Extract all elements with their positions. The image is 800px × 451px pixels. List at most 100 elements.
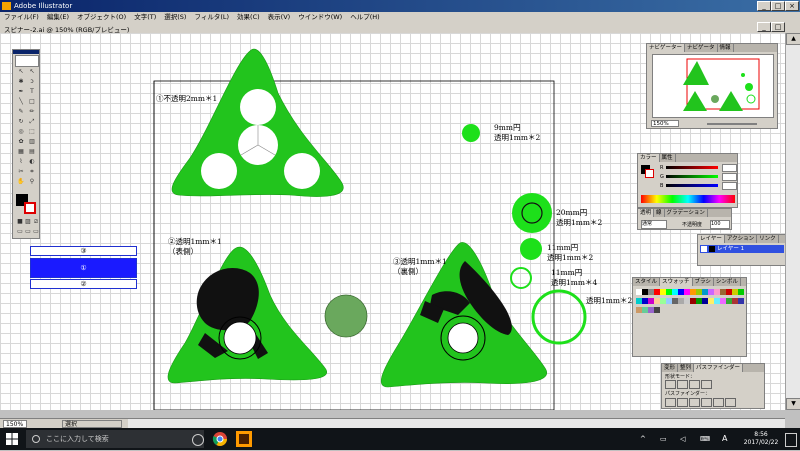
navigator-preview[interactable] xyxy=(652,54,774,118)
color-spectrum-bar[interactable] xyxy=(641,195,735,203)
network-icon[interactable]: ▭ xyxy=(660,435,676,451)
gray-green-circle[interactable] xyxy=(324,294,368,338)
tab-gradient[interactable]: グラデーション xyxy=(665,209,708,217)
scroll-up-icon[interactable]: ▲ xyxy=(786,33,800,45)
tab-navigator[interactable]: ナビゲーター xyxy=(647,44,686,52)
minimize-button[interactable]: _ xyxy=(757,1,771,11)
navigator-zoom-field[interactable]: 150% xyxy=(651,120,679,127)
zoom-tool-icon[interactable]: ⚲ xyxy=(27,178,37,186)
taskbar-clock[interactable]: 8:56 2017/02/22 xyxy=(740,431,782,447)
pen-tool-icon[interactable]: ✒ xyxy=(16,88,26,96)
trim-button[interactable] xyxy=(677,398,688,407)
rotate-tool-icon[interactable]: ↻ xyxy=(16,118,26,126)
screen-mode-3-icon[interactable]: ▭ xyxy=(31,228,41,236)
channel-g-slider[interactable] xyxy=(666,175,718,178)
tab-links[interactable]: リンク xyxy=(757,235,779,243)
doc-minimize-button[interactable]: _ xyxy=(757,22,771,32)
channel-b-slider[interactable] xyxy=(666,184,718,187)
tab-navigator-2[interactable]: ナビゲータ xyxy=(685,44,718,52)
menu-effect[interactable]: 効果(C) xyxy=(233,12,264,22)
blend-mode-select[interactable]: 通常 xyxy=(641,220,667,229)
volume-icon[interactable]: ◁ xyxy=(680,435,696,451)
tab-stroke[interactable]: 線 xyxy=(654,209,665,217)
minus-back-button[interactable] xyxy=(725,398,736,407)
magic-wand-tool-icon[interactable]: ✱ xyxy=(16,78,26,86)
tab-symbols[interactable]: シンボル xyxy=(714,278,741,286)
illustrator-icon[interactable] xyxy=(236,431,252,447)
channel-r-slider[interactable] xyxy=(666,166,718,169)
tray-arrow-icon[interactable]: ^ xyxy=(640,435,648,443)
intersect-button[interactable] xyxy=(689,380,700,389)
opacity-field[interactable]: 100 xyxy=(710,220,730,229)
line-tool-icon[interactable]: ╲ xyxy=(16,98,26,106)
eye-icon[interactable] xyxy=(701,246,707,252)
direct-select-tool-icon[interactable]: ↖ xyxy=(27,68,37,76)
color-stroke-swatch[interactable] xyxy=(645,169,654,178)
selection-tool-icon[interactable]: ↖ xyxy=(16,68,26,76)
scale-tool-icon[interactable]: ⤢ xyxy=(27,118,37,126)
tab-brushes[interactable]: ブラシ xyxy=(693,278,714,286)
channel-g-field[interactable] xyxy=(722,173,737,181)
merge-button[interactable] xyxy=(689,398,700,407)
tab-styles[interactable]: スタイル xyxy=(633,278,661,286)
layer-row[interactable]: レイヤー 1 xyxy=(700,245,784,253)
chrome-icon[interactable] xyxy=(212,431,228,447)
divide-button[interactable] xyxy=(665,398,676,407)
unite-button[interactable] xyxy=(665,380,676,389)
circle-9mm[interactable] xyxy=(462,124,480,142)
mesh-tool-icon[interactable]: ▦ xyxy=(16,148,26,156)
notification-icon[interactable] xyxy=(785,433,797,447)
menu-type[interactable]: 文字(T) xyxy=(130,12,160,22)
ring-large[interactable] xyxy=(531,289,587,345)
channel-r-field[interactable] xyxy=(722,164,737,172)
tab-color[interactable]: カラー xyxy=(638,154,660,162)
menu-object[interactable]: オブジェクト(O) xyxy=(73,12,130,22)
channel-b-field[interactable] xyxy=(722,182,737,190)
pencil-tool-icon[interactable]: ✏ xyxy=(27,108,37,116)
ime-indicator-icon[interactable]: A xyxy=(722,434,738,450)
none-mode-icon[interactable]: ⧄ xyxy=(31,218,41,226)
graph-tool-icon[interactable]: ▥ xyxy=(27,138,37,146)
exclude-button[interactable] xyxy=(701,380,712,389)
slice-tool-icon[interactable]: ⌗ xyxy=(27,168,37,176)
ring-11mm[interactable] xyxy=(510,267,532,289)
horizontal-scrollbar[interactable] xyxy=(128,419,785,428)
warp-tool-icon[interactable]: ◎ xyxy=(16,128,26,136)
spinner-front-shape[interactable] xyxy=(167,246,327,384)
free-transform-tool-icon[interactable]: ⬚ xyxy=(27,128,37,136)
gradient-tool-icon[interactable]: ▤ xyxy=(27,148,37,156)
tab-actions[interactable]: アクション xyxy=(725,235,758,243)
minus-front-button[interactable] xyxy=(677,380,688,389)
menu-help[interactable]: ヘルプ(H) xyxy=(346,12,383,22)
hand-tool-icon[interactable]: ✋ xyxy=(16,178,26,186)
windows-start-icon[interactable] xyxy=(6,433,18,445)
blend-tool-icon[interactable]: ◐ xyxy=(27,158,37,166)
menu-filter[interactable]: フィルタ(L) xyxy=(190,12,233,22)
symbol-tool-icon[interactable]: ✿ xyxy=(16,138,26,146)
status-select[interactable]: 選択 xyxy=(62,420,122,428)
outline-button[interactable] xyxy=(713,398,724,407)
tab-pathfinder[interactable]: パスファインダー xyxy=(694,364,744,372)
menu-select[interactable]: 選択(S) xyxy=(160,12,190,22)
tab-attributes[interactable]: 属性 xyxy=(660,154,676,162)
brush-tool-icon[interactable]: ✎ xyxy=(16,108,26,116)
swatch-grid[interactable] xyxy=(636,289,744,316)
close-button[interactable]: × xyxy=(785,1,799,11)
crop-button[interactable] xyxy=(701,398,712,407)
taskbar-search-box[interactable]: ここに入力して検索 xyxy=(26,430,204,448)
spinner-opaque-shape[interactable] xyxy=(171,48,344,197)
menu-window[interactable]: ウインドウ(W) xyxy=(294,12,346,22)
scroll-down-icon[interactable]: ▼ xyxy=(786,398,800,410)
tab-align[interactable]: 整列 xyxy=(678,364,695,372)
stroke-color-swatch[interactable] xyxy=(24,202,36,214)
zoom-field[interactable]: 150% xyxy=(3,420,27,428)
tab-transparency[interactable]: 透明 xyxy=(638,209,655,217)
menu-file[interactable]: ファイル(F) xyxy=(0,12,43,22)
menu-edit[interactable]: 編集(E) xyxy=(43,12,73,22)
tab-info[interactable]: 情報 xyxy=(718,44,734,52)
maximize-button[interactable]: □ xyxy=(771,1,785,11)
circle-11mm[interactable] xyxy=(520,238,542,260)
lasso-tool-icon[interactable]: ↄ xyxy=(27,78,37,86)
tab-swatches[interactable]: スウォッチ xyxy=(660,278,693,286)
eyedropper-tool-icon[interactable]: ⌇ xyxy=(16,158,26,166)
